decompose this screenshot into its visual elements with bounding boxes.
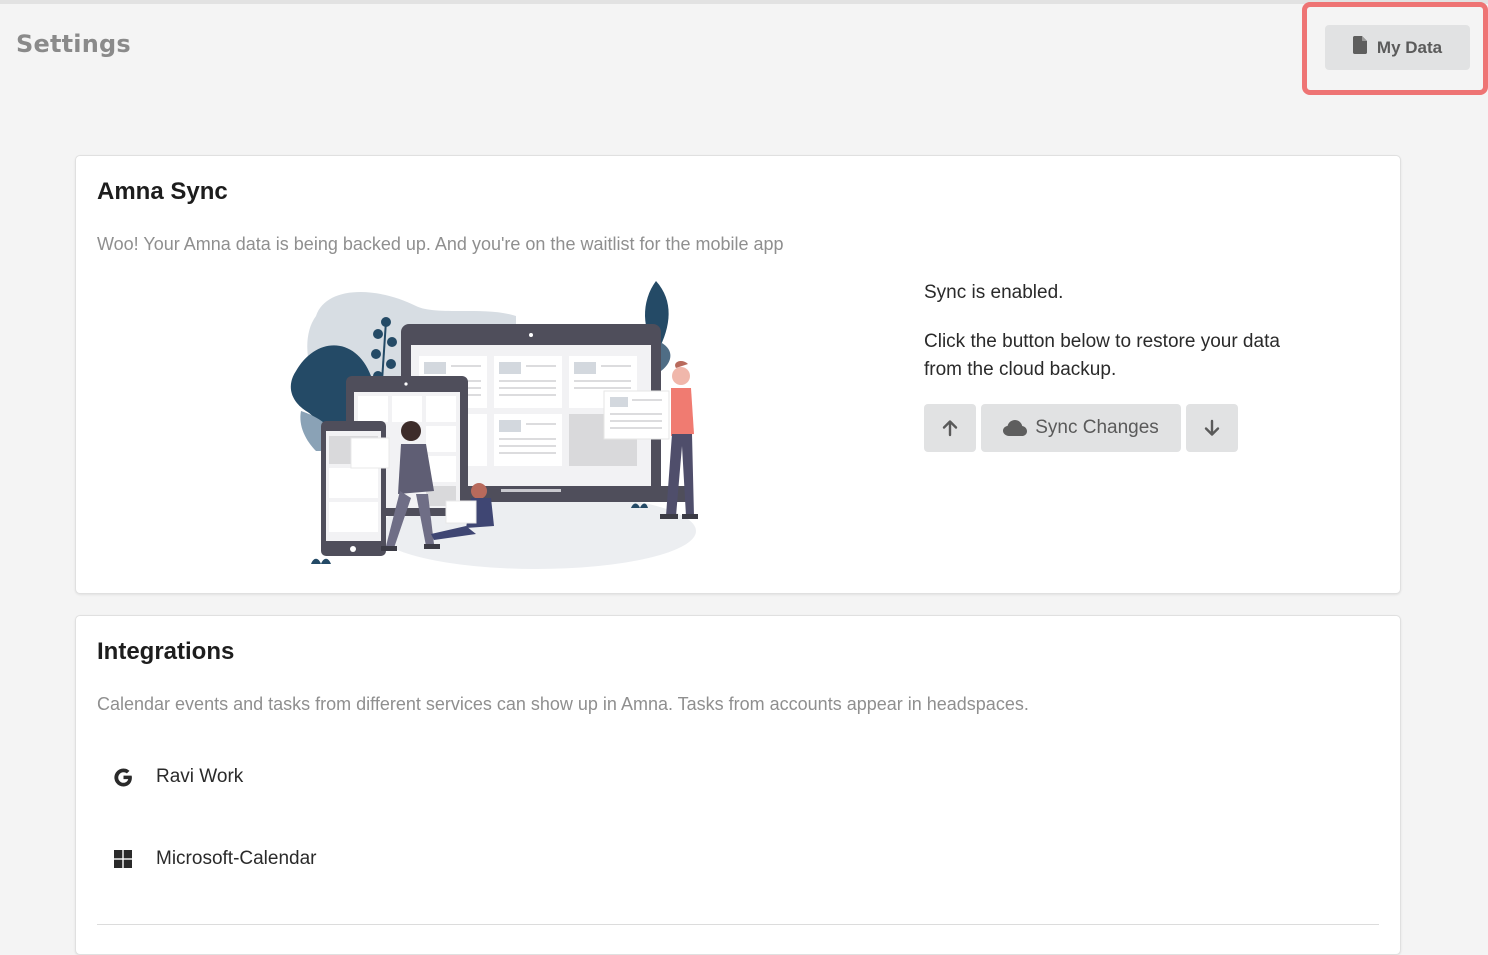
arrow-up-icon — [941, 419, 959, 437]
document-icon — [1352, 36, 1367, 59]
cloud-icon — [1003, 420, 1028, 436]
download-button[interactable] — [1186, 404, 1238, 452]
sync-status-text: Sync is enabled. — [924, 282, 1064, 303]
sync-button-group: Sync Changes — [924, 404, 1238, 452]
devices-and-people-illustration — [286, 276, 706, 576]
integration-label: Microsoft-Calendar — [156, 848, 317, 869]
integration-item-microsoft-calendar[interactable]: Microsoft-Calendar — [112, 848, 317, 870]
sync-changes-button[interactable]: Sync Changes — [981, 404, 1181, 452]
integration-item-ravi-work[interactable]: Ravi Work — [112, 766, 243, 788]
integration-label: Ravi Work — [156, 766, 244, 787]
integrations-card-title: Integrations — [97, 638, 235, 665]
integrations-card: Integrations Calendar events and tasks f… — [75, 615, 1401, 955]
windows-icon — [112, 848, 134, 870]
sync-changes-label: Sync Changes — [1035, 417, 1159, 438]
arrow-down-icon — [1203, 419, 1221, 437]
page-title: Settings — [16, 30, 131, 58]
top-border — [0, 0, 1488, 4]
google-icon — [112, 766, 134, 788]
integrations-card-description: Calendar events and tasks from different… — [97, 694, 1029, 714]
my-data-label: My Data — [1376, 37, 1443, 57]
upload-button[interactable] — [924, 404, 976, 452]
sync-card-description: Woo! Your Amna data is being backed up. … — [97, 234, 784, 254]
my-data-button[interactable]: My Data — [1325, 25, 1470, 70]
sync-help-text: Click the button below to restore your d… — [924, 331, 1280, 380]
section-divider — [97, 924, 1379, 925]
amna-sync-card: Amna Sync Woo! Your Amna data is being b… — [75, 155, 1401, 594]
sync-card-title: Amna Sync — [97, 178, 228, 205]
